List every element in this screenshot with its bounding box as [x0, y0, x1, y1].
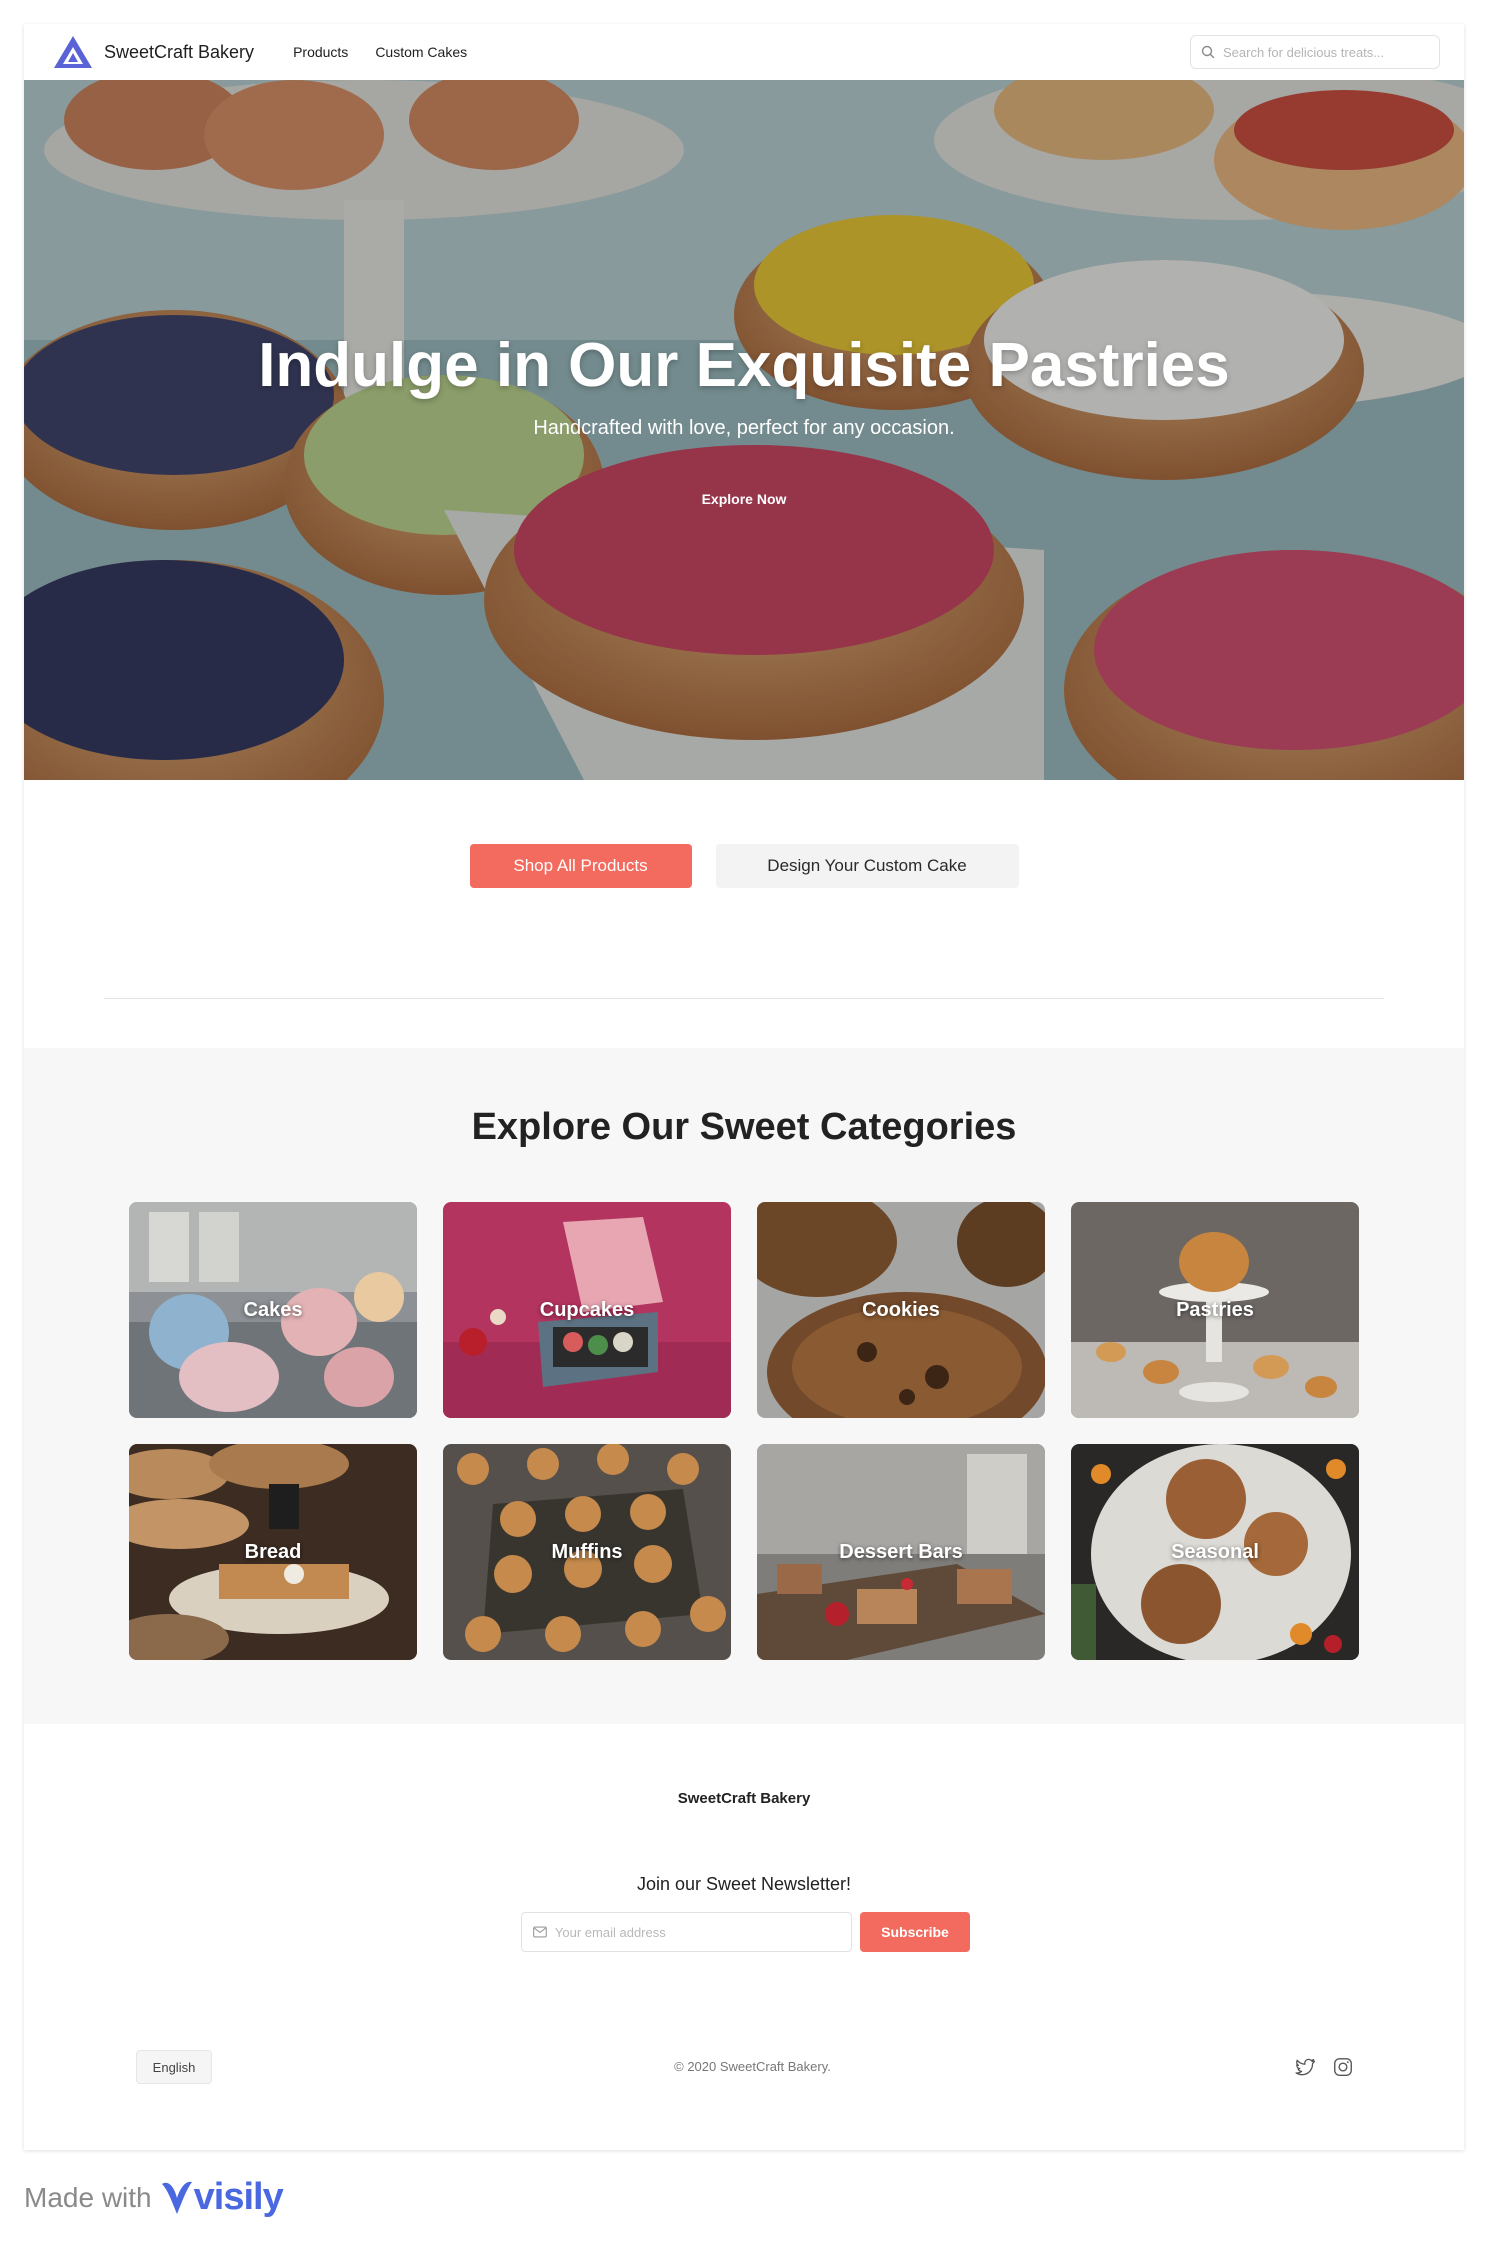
- made-with-text: Made with: [24, 2181, 152, 2213]
- search-input[interactable]: [1223, 44, 1429, 60]
- nav-link-custom-cakes[interactable]: Custom Cakes: [375, 44, 467, 60]
- action-buttons: Shop All Products Design Your Custom Cak…: [24, 844, 1464, 888]
- category-card-seasonal[interactable]: Seasonal: [1071, 1444, 1359, 1660]
- explore-now-button[interactable]: Explore Now: [684, 484, 804, 514]
- category-card-cupcakes[interactable]: Cupcakes: [443, 1202, 731, 1418]
- visily-logo: visily: [160, 2176, 284, 2219]
- email-field[interactable]: [521, 1912, 852, 1952]
- copyright-text: © 2020 SweetCraft Bakery.: [674, 2059, 831, 2074]
- category-label: Pastries: [1176, 1298, 1254, 1321]
- search-box[interactable]: [1190, 35, 1440, 69]
- category-label: Cookies: [862, 1298, 940, 1321]
- category-card-bread[interactable]: Bread: [129, 1444, 417, 1660]
- categories-section: Explore Our Sweet Categories Cakes Cupca…: [24, 1048, 1464, 1724]
- triangle-logo-icon: [54, 36, 92, 68]
- category-card-cookies[interactable]: Cookies: [757, 1202, 1045, 1418]
- nav-links: Products Custom Cakes: [293, 44, 467, 60]
- newsletter-form: Subscribe: [521, 1912, 970, 1952]
- category-card-cakes[interactable]: Cakes: [129, 1202, 417, 1418]
- twitter-icon[interactable]: [1294, 2056, 1316, 2078]
- made-with-badge[interactable]: Made with visily: [24, 2176, 284, 2219]
- subscribe-button[interactable]: Subscribe: [860, 1912, 970, 1952]
- category-label: Seasonal: [1171, 1540, 1259, 1563]
- hero-subtitle: Handcrafted with love, perfect for any o…: [533, 417, 955, 439]
- top-navbar: SweetCraft Bakery Products Custom Cakes: [24, 24, 1464, 80]
- brand-name: SweetCraft Bakery: [104, 41, 255, 62]
- category-card-dessert-bars[interactable]: Dessert Bars: [757, 1444, 1045, 1660]
- page-frame: SweetCraft Bakery Products Custom Cakes: [24, 24, 1464, 2150]
- nav-link-products[interactable]: Products: [293, 44, 348, 60]
- category-label: Muffins: [551, 1540, 623, 1563]
- newsletter-title: Join our Sweet Newsletter!: [636, 1874, 852, 1894]
- category-card-pastries[interactable]: Pastries: [1071, 1202, 1359, 1418]
- footer-brand: SweetCraft Bakery: [677, 1790, 811, 1807]
- instagram-icon[interactable]: [1332, 2056, 1354, 2078]
- hero-banner: Indulge in Our Exquisite Pastries Handcr…: [24, 80, 1464, 780]
- search-icon: [1201, 45, 1215, 59]
- mail-icon: [533, 1926, 547, 1938]
- categories-title: Explore Our Sweet Categories: [471, 1106, 1017, 1148]
- category-grid: Cakes Cupcakes Cookies Pastries Bread Mu…: [129, 1202, 1359, 1660]
- visily-v-icon: [161, 2181, 192, 2214]
- design-custom-cake-button[interactable]: Design Your Custom Cake: [715, 844, 1019, 888]
- category-label: Cakes: [243, 1298, 303, 1321]
- category-label: Dessert Bars: [839, 1540, 963, 1563]
- brand-logo[interactable]: SweetCraft Bakery: [52, 34, 254, 70]
- email-input[interactable]: [554, 1924, 840, 1940]
- category-label: Cupcakes: [539, 1298, 635, 1321]
- shop-all-products-button[interactable]: Shop All Products: [469, 844, 692, 888]
- category-label: Bread: [244, 1540, 302, 1563]
- section-divider: [104, 998, 1384, 999]
- social-links: [1294, 2056, 1354, 2078]
- visily-brand-text: visily: [193, 2176, 284, 2218]
- hero-title: Indulge in Our Exquisite Pastries: [258, 331, 1230, 400]
- category-card-muffins[interactable]: Muffins: [443, 1444, 731, 1660]
